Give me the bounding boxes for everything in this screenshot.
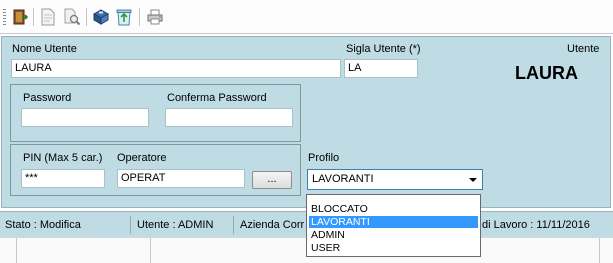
profilo-select[interactable]: LAVORANTI	[307, 169, 483, 190]
utente-display: LAURA	[515, 63, 578, 83]
document-icon	[41, 8, 55, 26]
grid-line	[150, 238, 151, 263]
conferma-password-label: Conferma Password	[167, 92, 267, 104]
exit-icon	[13, 9, 29, 25]
utente-heading-label: Utente	[567, 43, 600, 55]
profilo-option-admin[interactable]: ADMIN	[309, 229, 478, 241]
profilo-option-user[interactable]: USER	[309, 242, 478, 254]
find-button[interactable]	[62, 7, 82, 27]
save-button[interactable]	[91, 7, 111, 27]
nome-utente-label: Nome Utente	[12, 43, 77, 55]
grid-line	[16, 238, 17, 263]
exit-button[interactable]	[10, 7, 30, 27]
nome-utente-field[interactable]: LAURA	[11, 59, 341, 78]
password-field[interactable]	[21, 108, 149, 127]
profilo-dropdown-list[interactable]: BLOCCATO LAVORANTI ADMIN USER	[306, 194, 481, 257]
search-icon	[64, 8, 81, 26]
recycle-icon	[116, 9, 132, 26]
print-icon	[147, 9, 163, 25]
toolbar	[0, 0, 613, 34]
browse-operatore-button[interactable]: ...	[252, 171, 292, 189]
pin-label: PIN (Max 5 car.)	[23, 152, 103, 164]
status-data-lavoro: di Lavoro : 11/11/2016	[482, 219, 590, 231]
sigla-utente-field[interactable]: LA	[344, 59, 418, 78]
grid-line	[599, 238, 600, 263]
password-label: Password	[23, 92, 72, 104]
operatore-label: Operatore	[117, 152, 167, 164]
profilo-selected-value: LAVORANTI	[312, 173, 374, 185]
toolbar-separator	[33, 8, 34, 26]
profilo-option-bloccato[interactable]: BLOCCATO	[309, 203, 478, 215]
status-separator	[233, 216, 234, 234]
print-button[interactable]	[145, 7, 165, 27]
sigla-utente-label: Sigla Utente (*)	[346, 43, 421, 55]
status-utente: Utente : ADMIN	[137, 219, 214, 231]
recycle-button[interactable]	[114, 7, 134, 27]
status-stato: Stato : Modifica	[5, 219, 81, 231]
chevron-down-icon[interactable]	[469, 178, 477, 182]
operatore-field[interactable]: OPERAT	[117, 169, 245, 188]
profilo-label: Profilo	[308, 152, 340, 164]
conferma-password-field[interactable]	[165, 108, 293, 127]
profilo-option-lavoranti[interactable]: LAVORANTI	[309, 216, 478, 228]
status-azienda: Azienda Corr	[240, 219, 305, 231]
toolbar-separator	[86, 8, 87, 26]
save-icon	[92, 9, 110, 25]
toolbar-separator	[139, 8, 140, 26]
status-separator	[130, 216, 131, 234]
pin-field[interactable]: ***	[21, 169, 105, 188]
password-group: Password Conferma Password	[10, 84, 301, 142]
user-form-panel: Nome Utente LAURA Sigla Utente (*) LA Ut…	[1, 36, 611, 208]
toolbar-grip[interactable]	[3, 9, 6, 25]
new-document-button[interactable]	[38, 7, 58, 27]
